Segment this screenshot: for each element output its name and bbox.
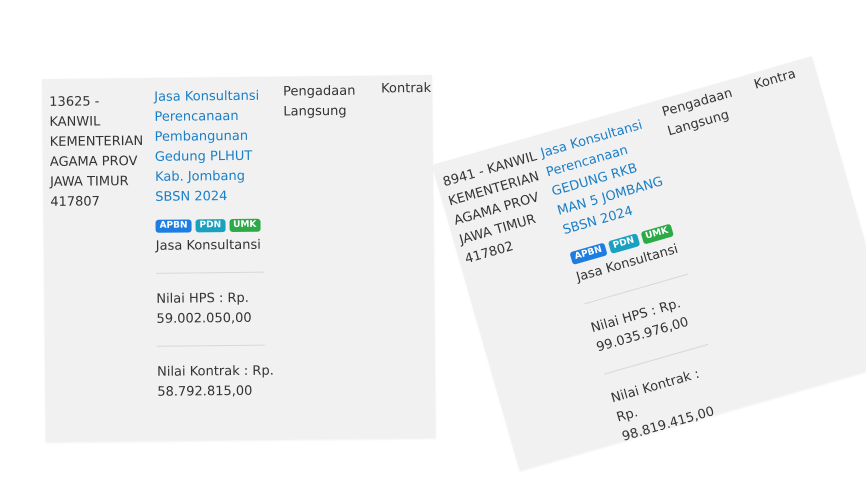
title-line[interactable]: Gedung PLHUT bbox=[155, 147, 275, 168]
agency-line: 13625 - bbox=[49, 94, 100, 110]
agency-line: KEMENTERIAN bbox=[49, 133, 144, 150]
title-line[interactable]: Kab. Jombang bbox=[155, 167, 275, 188]
divider bbox=[156, 344, 265, 347]
kontrak-block: Nilai Kontrak : Rp. 98.819.415,00 bbox=[609, 357, 741, 448]
agency-line: 417807 bbox=[50, 194, 101, 210]
kontrak-block: Nilai Kontrak : Rp. 58.792.815,00 bbox=[157, 362, 277, 403]
method-column: Pengadaan Langsung bbox=[660, 82, 748, 143]
badge-group: APBN PDN UMK bbox=[155, 218, 275, 233]
method-line: Pengadaan bbox=[283, 83, 356, 100]
badge-pdn: PDN bbox=[195, 219, 226, 233]
contract-column: Kontra bbox=[752, 66, 798, 93]
method-column: Pengadaan Langsung bbox=[283, 82, 363, 123]
procurement-card-2: 8941 - KANWIL KEMENTERIAN AGAMA PROV JAW… bbox=[432, 56, 866, 471]
agency-line: AGAMA PROV bbox=[49, 154, 138, 170]
procurement-card-1: 13625 - KANWIL KEMENTERIAN AGAMA PROV JA… bbox=[42, 74, 436, 442]
hps-block: Nilai HPS : Rp. 59.002.050,00 bbox=[156, 289, 276, 330]
package-column: Jasa Konsultansi Perencanaan GEDUNG RKB … bbox=[539, 112, 741, 448]
title-line[interactable]: Jasa Konsultansi bbox=[154, 87, 274, 108]
divider bbox=[156, 271, 265, 274]
hps-label: Nilai HPS : Rp. bbox=[156, 290, 249, 307]
kontrak-label: Nilai Kontrak : Rp. bbox=[156, 363, 274, 380]
method-line: Langsung bbox=[283, 103, 347, 120]
title-line[interactable]: SBSN 2024 bbox=[155, 187, 275, 208]
badge-umk: UMK bbox=[229, 218, 261, 233]
hps-value: 59.002.050,00 bbox=[156, 310, 252, 327]
agency-line: JAWA TIMUR bbox=[50, 174, 129, 190]
agency-line: KANWIL bbox=[49, 114, 101, 130]
title-line[interactable]: Perencanaan bbox=[154, 107, 274, 128]
agency-id: 13625 - KANWIL KEMENTERIAN AGAMA PROV JA… bbox=[49, 92, 150, 213]
contract-column: Kontrak bbox=[381, 80, 432, 97]
title-line[interactable]: Pembangunan bbox=[155, 127, 275, 148]
kontrak-value: 58.792.815,00 bbox=[157, 383, 253, 400]
package-title-link[interactable]: Jasa Konsultansi Perencanaan GEDUNG RKB … bbox=[539, 112, 682, 241]
package-column: Jasa Konsultansi Perencanaan Pembangunan… bbox=[154, 87, 277, 403]
badge-apbn: APBN bbox=[155, 219, 192, 233]
category-label: Jasa Konsultansi bbox=[155, 237, 261, 254]
package-title-link[interactable]: Jasa Konsultansi Perencanaan Pembangunan… bbox=[154, 87, 275, 208]
